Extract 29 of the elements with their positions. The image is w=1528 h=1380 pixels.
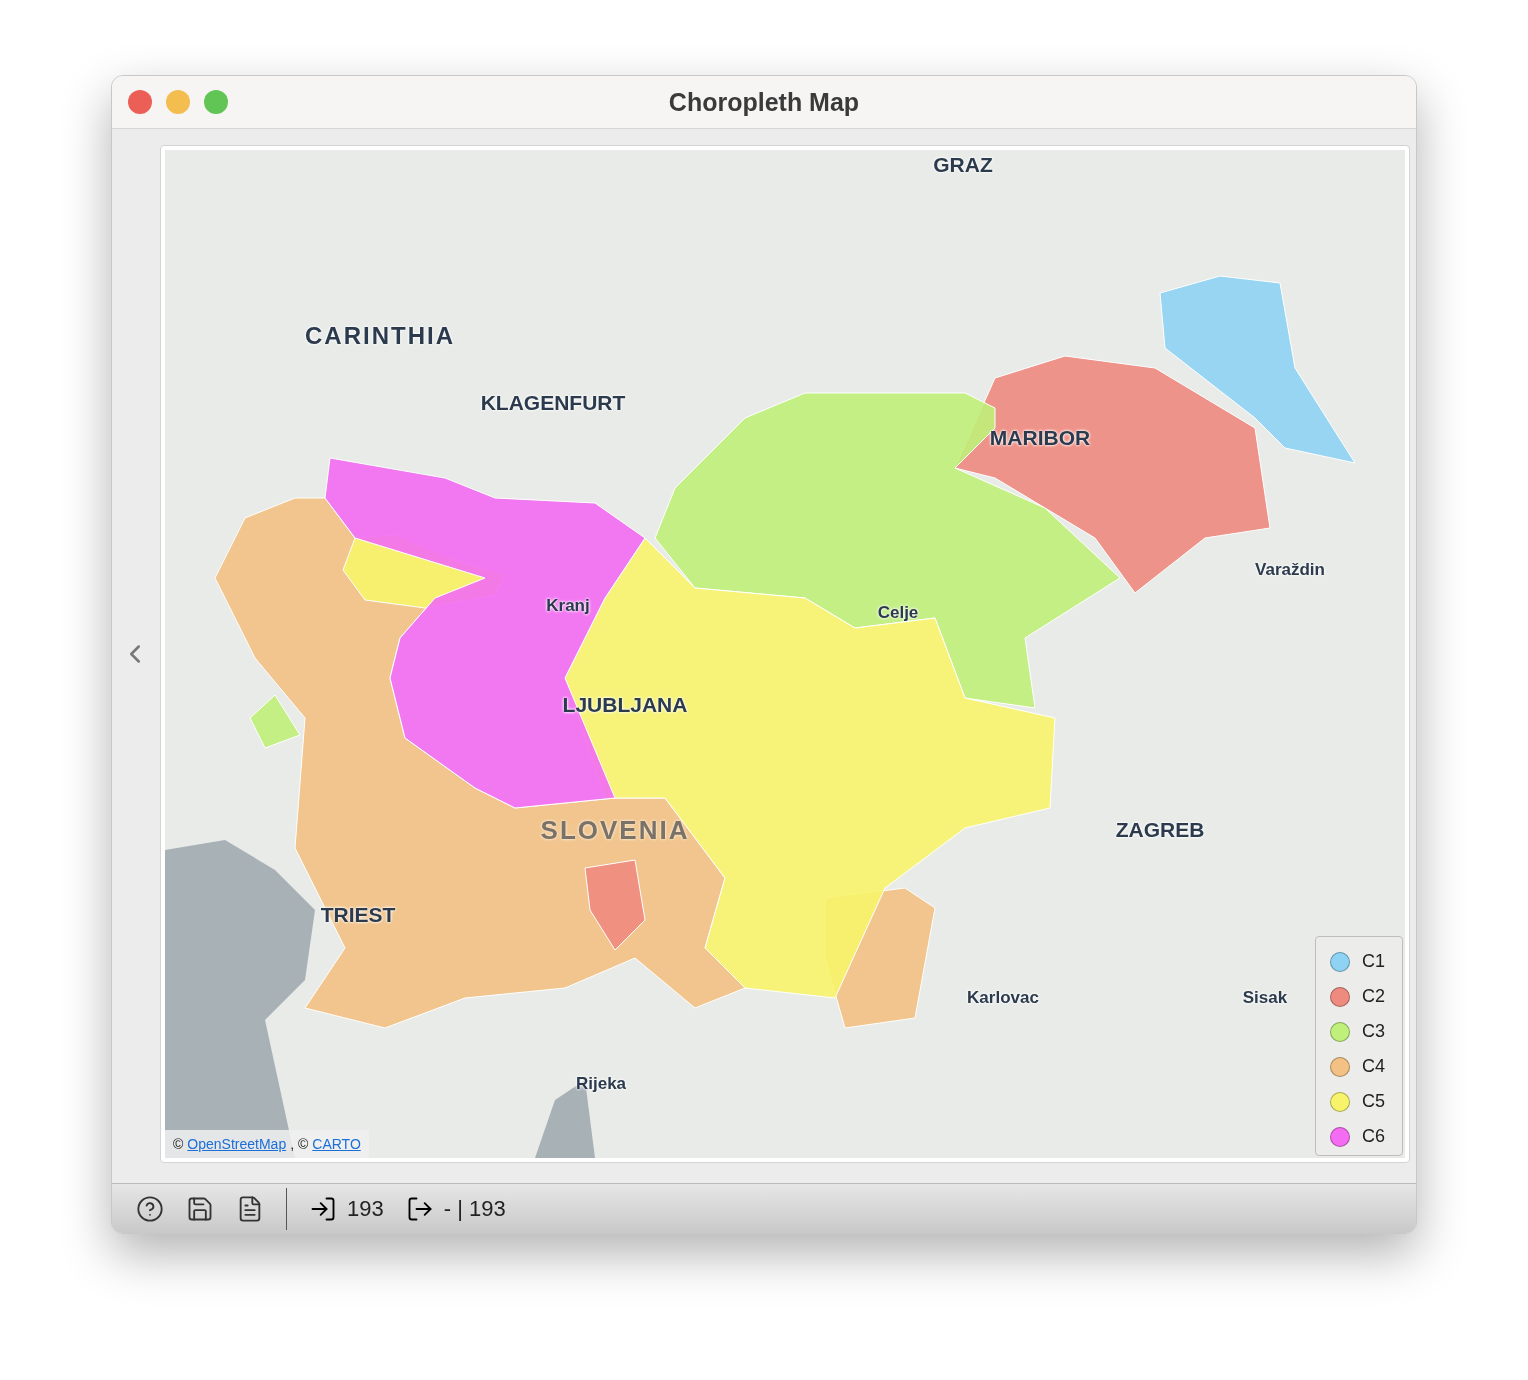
- legend-label: C3: [1362, 1021, 1385, 1043]
- map-label: ZAGREB: [1115, 818, 1205, 843]
- close-button[interactable]: [128, 90, 152, 115]
- map-label: TRIEST: [320, 903, 396, 928]
- map-label: GRAZ: [933, 153, 993, 178]
- help-icon[interactable]: [136, 1194, 164, 1223]
- output-count: - | 193: [443, 1195, 506, 1222]
- attribution-link[interactable]: OpenStreetMap: [187, 1136, 287, 1153]
- window-title: Choropleth Map: [668, 87, 860, 117]
- attribution-text: ©: [173, 1136, 184, 1153]
- input-count: 193: [347, 1195, 384, 1222]
- map-label: Rijeka: [575, 1074, 627, 1095]
- map-label: KLAGENFURT: [480, 391, 626, 416]
- map-label: SLOVENIA: [540, 814, 690, 846]
- map-label: MARIBOR: [989, 426, 1091, 451]
- legend-label: C4: [1362, 1056, 1385, 1078]
- map-label: Kranj: [546, 596, 590, 617]
- map-label: Celje: [877, 603, 919, 624]
- attribution-text: , ©: [290, 1136, 309, 1153]
- attribution-link[interactable]: CARTO: [312, 1136, 361, 1153]
- legend-label: C1: [1362, 951, 1385, 973]
- legend-label: C5: [1362, 1091, 1385, 1113]
- zoom-button[interactable]: [204, 90, 228, 115]
- map-label: Karlovac: [967, 988, 1039, 1009]
- map-label: Sisak: [1242, 988, 1288, 1009]
- legend-label: C2: [1362, 986, 1385, 1008]
- map-label: Varaždin: [1255, 560, 1325, 581]
- legend-label: C6: [1362, 1126, 1385, 1148]
- map-label: CARINTHIA: [305, 322, 455, 351]
